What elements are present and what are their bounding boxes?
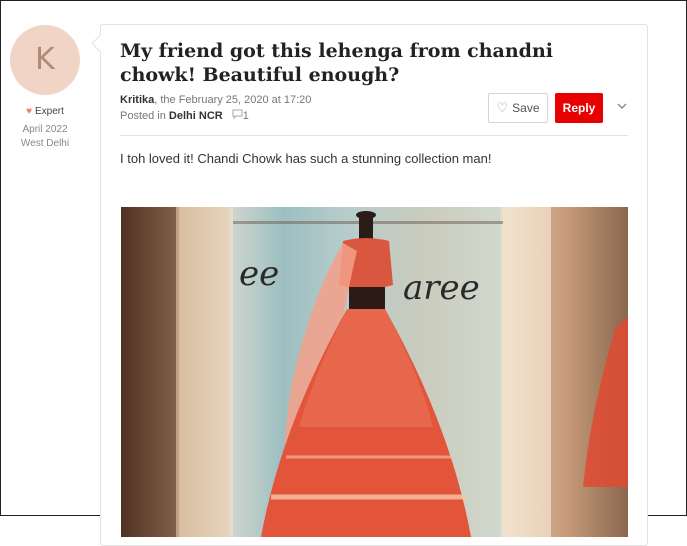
- author-location: West Delhi: [20, 138, 70, 149]
- post-byline: Kritika, the February 25, 2020 at 17:20: [120, 94, 311, 106]
- location-link[interactable]: Delhi NCR: [169, 110, 223, 122]
- shop-sign-left: ee: [239, 254, 279, 294]
- posted-in-label: Posted in: [120, 110, 169, 122]
- comment-count: 1: [242, 110, 249, 122]
- author-link[interactable]: Kritika: [120, 94, 154, 106]
- comment-icon: [232, 109, 243, 122]
- lehenga-illustration: ee aree: [121, 207, 628, 537]
- reply-button[interactable]: Reply: [555, 93, 603, 123]
- post-card: My friend got this lehenga from chandni …: [100, 24, 648, 546]
- save-button[interactable]: ♡ Save: [488, 93, 548, 123]
- save-label: Save: [512, 101, 540, 115]
- posted-in: Posted in Delhi NCR 1: [120, 109, 249, 122]
- reply-label: Reply: [562, 101, 596, 115]
- member-since: April 2022: [22, 124, 68, 135]
- expert-badge: ♥ Expert: [0, 106, 90, 117]
- post-image[interactable]: ee aree: [121, 207, 628, 537]
- shop-sign-right: aree: [403, 268, 480, 308]
- post-title: My friend got this lehenga from chandni …: [120, 40, 553, 86]
- expert-label: Expert: [35, 106, 64, 117]
- heart-outline-icon: ♡: [496, 100, 509, 115]
- post-body: I toh loved it! Chandi Chowk has such a …: [120, 151, 492, 166]
- heart-badge-icon: ♥: [26, 106, 33, 117]
- post-date: , the February 25, 2020 at 17:20: [154, 94, 312, 106]
- avatar[interactable]: K: [10, 25, 80, 95]
- chevron-down-icon[interactable]: [617, 99, 627, 113]
- divider: [120, 135, 628, 136]
